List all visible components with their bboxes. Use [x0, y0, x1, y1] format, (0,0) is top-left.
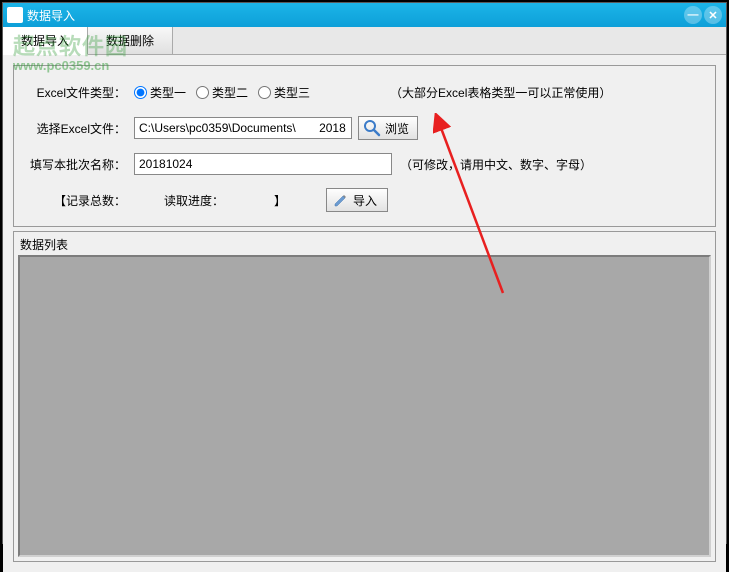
app-icon	[7, 7, 23, 23]
magnify-icon	[363, 119, 381, 137]
app-window: 数据导入 — ✕ 起点软件园 www.pc0359.cn 数据导入 数据删除 E…	[2, 2, 727, 544]
browse-button[interactable]: 浏览	[358, 116, 418, 140]
file-type-radio-group: 类型一 类型二 类型三	[134, 84, 310, 101]
radio-type3[interactable]: 类型三	[258, 84, 310, 101]
radio-type3-input[interactable]	[258, 86, 271, 99]
file-type-hint: （大部分Excel表格类型一可以正常使用）	[390, 84, 611, 101]
batch-label: 填写本批次名称：	[24, 156, 134, 173]
minimize-button[interactable]: —	[684, 6, 702, 24]
radio-type1-input[interactable]	[134, 86, 147, 99]
window-controls: — ✕	[684, 6, 722, 24]
record-progress-row: 【记录总数： 读取进度： 】 导入	[24, 188, 705, 212]
tab-delete[interactable]: 数据删除	[88, 27, 173, 54]
data-list-panel: 数据列表	[13, 231, 716, 562]
data-grid[interactable]	[18, 255, 711, 557]
tab-import[interactable]: 数据导入	[3, 27, 88, 55]
select-file-label: 选择Excel文件：	[24, 120, 134, 137]
progress-label: 读取进度：	[164, 192, 224, 209]
close-button[interactable]: ✕	[704, 6, 722, 24]
titlebar: 数据导入 — ✕	[3, 3, 726, 27]
batch-name-input[interactable]	[134, 153, 392, 175]
progress-close-bracket: 】	[274, 192, 286, 209]
window-title: 数据导入	[27, 7, 684, 24]
file-path-input[interactable]	[134, 117, 352, 139]
radio-type2-input[interactable]	[196, 86, 209, 99]
batch-name-row: 填写本批次名称： （可修改，请用中文、数字、字母）	[24, 152, 705, 176]
data-list-caption: 数据列表	[18, 236, 711, 255]
record-count-label: 【记录总数：	[24, 192, 134, 209]
radio-type1[interactable]: 类型一	[134, 84, 186, 101]
tab-bar: 数据导入 数据删除	[3, 27, 726, 55]
select-file-row: 选择Excel文件： 浏览	[24, 116, 705, 140]
content-area: Excel文件类型： 类型一 类型二 类型三 （大部分Excel表	[3, 55, 726, 572]
pencil-icon	[333, 192, 349, 208]
radio-type2[interactable]: 类型二	[196, 84, 248, 101]
file-type-label: Excel文件类型：	[24, 84, 134, 101]
batch-hint: （可修改，请用中文、数字、字母）	[400, 156, 592, 173]
file-type-row: Excel文件类型： 类型一 类型二 类型三 （大部分Excel表	[24, 80, 705, 104]
form-panel: Excel文件类型： 类型一 类型二 类型三 （大部分Excel表	[13, 65, 716, 227]
import-button[interactable]: 导入	[326, 188, 388, 212]
